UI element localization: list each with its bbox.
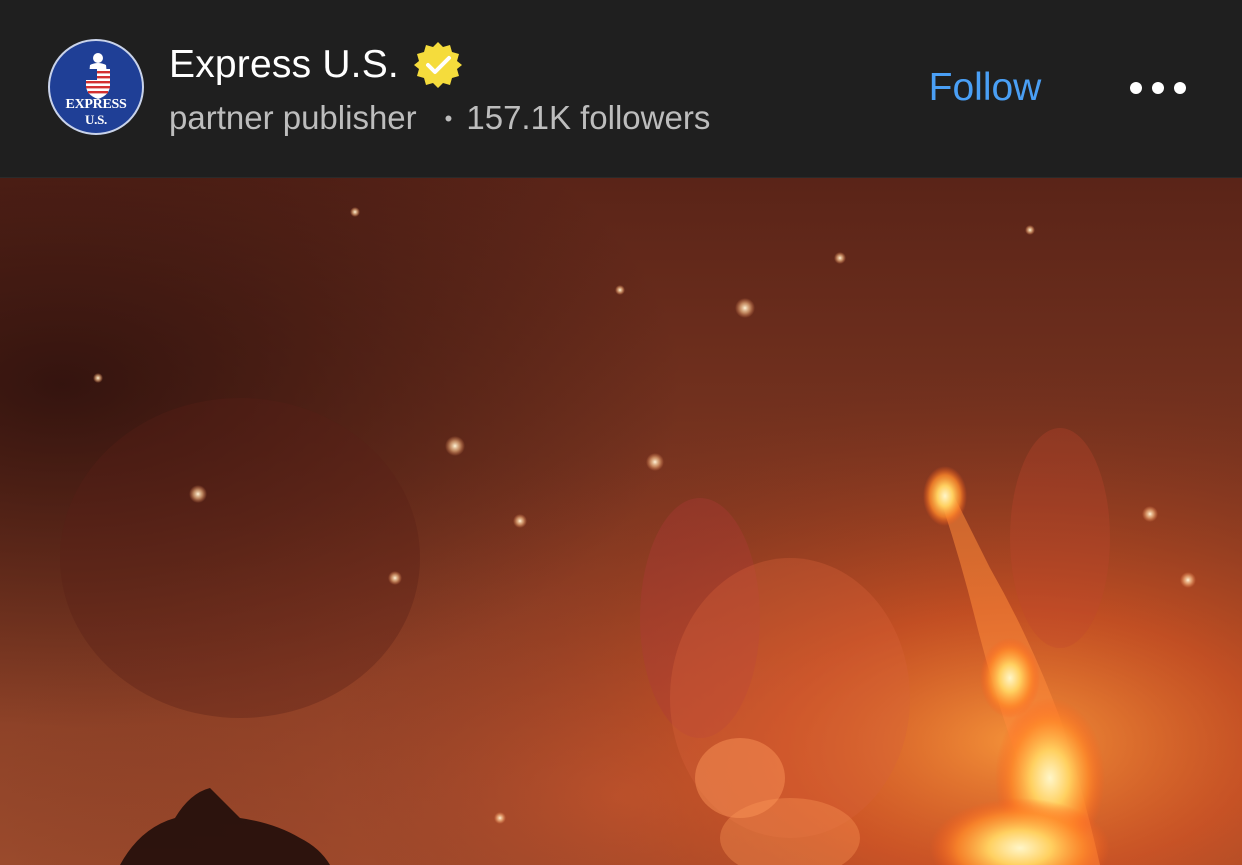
publisher-subtitle: partner publisher • 157.1K followers <box>169 97 710 139</box>
publisher-name[interactable]: Express U.S. <box>169 43 399 87</box>
post-header: EXPRESS U.S. Express U.S. partner publis… <box>0 0 1242 178</box>
avatar-text-line2: U.S. <box>85 112 107 127</box>
follow-button[interactable]: Follow <box>910 60 1060 116</box>
separator-dot: • <box>444 106 453 131</box>
publisher-avatar[interactable]: EXPRESS U.S. <box>48 39 144 135</box>
post-card: EXPRESS U.S. Express U.S. partner publis… <box>0 0 1242 865</box>
post-media-image[interactable] <box>0 178 1242 865</box>
publisher-type: partner publisher <box>169 99 417 136</box>
fire-scene-illustration <box>0 178 1242 865</box>
verified-badge-icon <box>413 40 463 90</box>
avatar-text-line1: EXPRESS <box>65 97 127 112</box>
more-options-icon[interactable] <box>1118 62 1198 114</box>
follower-count: 157.1K followers <box>466 99 711 136</box>
publisher-name-row: Express U.S. <box>169 40 463 90</box>
